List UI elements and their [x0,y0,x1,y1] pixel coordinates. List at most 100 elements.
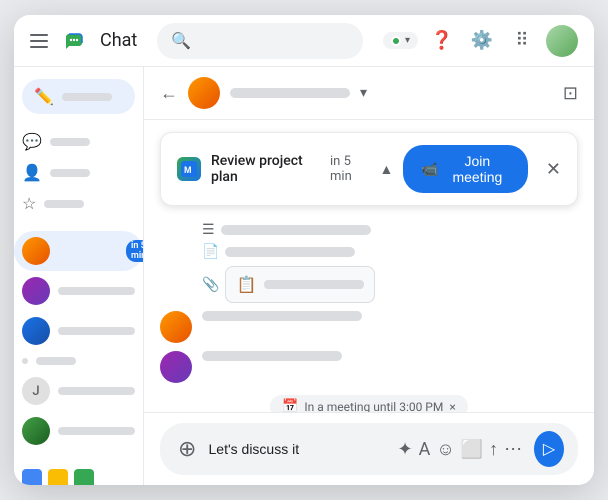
upload-icon[interactable]: ↑ [489,439,498,460]
menu-icon[interactable] [30,34,48,48]
banner-title: Review project plan [211,153,316,185]
sidebar-label-dot [36,357,76,365]
attach-file-icon: 📋 [236,275,256,294]
app-title: Chat [100,30,137,51]
new-chat-button[interactable]: ✏️ [22,79,135,114]
main-content: ✏️ 💬 👤 ☆ [14,67,594,485]
chat-avatar-1 [22,237,50,265]
chevron-down-icon[interactable]: ▾ [360,85,367,101]
chat-item-5[interactable] [14,411,143,451]
msg-line-1 [221,225,371,235]
meet-icon[interactable] [74,469,94,485]
msg-avatar-2 [160,311,192,343]
top-bar: Chat 🔍 ▾ ❓ ⚙️ ⠿ [14,15,594,67]
chat-item-3[interactable] [14,311,143,351]
text-format-icon[interactable]: A [419,439,431,460]
chat-panel: ← ▾ ⊡ M Review project plan in 5 min ▲ 📹… [144,67,594,485]
chat-nav-icon: 💬 [22,132,42,151]
status-indicator[interactable]: ▾ [383,32,418,49]
chat-header-name [230,88,350,98]
chat-item-2[interactable] [14,271,143,311]
app-logo [60,27,88,55]
emoji-icon[interactable]: ☺ [436,439,454,460]
add-button[interactable]: ⊕ [174,433,201,465]
more-icon[interactable]: ⋯ [504,439,522,460]
top-bar-actions: ▾ ❓ ⚙️ ⠿ [383,25,578,57]
link-icon: 📎 [202,277,219,293]
message-row-3 [160,351,578,383]
action-row-1: ☰ [202,222,578,238]
format-icon[interactable]: ✦ [398,439,413,460]
chat-name-5 [58,427,135,435]
settings-icon[interactable]: ⚙️ [466,25,498,57]
sidebar: ✏️ 💬 👤 ☆ [14,67,144,485]
messages-area[interactable]: ☰ 📄 📎 📋 [144,214,594,412]
msg-content-3 [202,351,578,361]
msg-line-r2 [202,311,362,321]
sidebar-item-rooms[interactable]: 👤 [14,157,143,188]
meeting-status-label: In a meeting until 3:00 PM [304,400,443,413]
chat-header: ← ▾ ⊡ [144,67,594,120]
banner-expand-icon[interactable]: ▲ [380,161,394,178]
msg-avatar-3 [160,351,192,383]
chat-item-1[interactable]: in 5 min 📹 [14,231,143,271]
doc-icon: 📄 [202,244,219,260]
send-button[interactable]: ▷ [534,431,564,467]
status-dot [391,36,401,46]
input-area: ⊕ ✦ A ☺ ⬜ ↑ ⋯ ▷ [144,412,594,485]
help-icon[interactable]: ❓ [426,25,458,57]
message-row-1: ☰ 📄 📎 📋 [160,222,578,303]
message-input[interactable] [209,441,390,457]
chat-name-3 [58,327,135,335]
chat-header-avatar [188,77,220,109]
meet-logo-icon: M [177,157,201,181]
chat-avatar-j: J [22,377,50,405]
message-row-2 [160,311,578,343]
meeting-status-close[interactable]: × [449,400,455,413]
video-icon-btn: 📹 [421,161,438,178]
join-meeting-button[interactable]: 📹 Join meeting [403,145,528,193]
apps-icon[interactable]: ⠿ [506,25,538,57]
chat-nav-label [50,138,90,146]
meeting-badge-1: in 5 min [126,240,144,262]
action-row-3: 📎 📋 [202,266,578,303]
app-window: Chat 🔍 ▾ ❓ ⚙️ ⠿ ✏️ [14,15,594,485]
search-bar[interactable]: 🔍 [157,23,363,59]
meeting-banner: M Review project plan in 5 min ▲ 📹 Join … [160,132,578,206]
input-box: ⊕ ✦ A ☺ ⬜ ↑ ⋯ ▷ [160,423,578,475]
menu-lines-icon: ☰ [202,222,215,238]
attachment-card: 📋 [225,266,375,303]
search-icon: 🔍 [171,31,191,50]
drive-icon[interactable] [22,469,42,485]
chat-name-j [58,387,135,395]
msg-content-2 [202,311,578,321]
msg-line-r3 [202,351,342,361]
edit-icon: ✏️ [34,87,54,106]
chat-name-2 [58,287,135,295]
chat-avatar-3 [22,317,50,345]
back-button[interactable]: ← [160,83,178,104]
sidebar-item-chat[interactable]: 💬 [14,126,143,157]
chat-avatar-5 [22,417,50,445]
new-chat-section: ✏️ [14,75,143,126]
meeting-status-bar: 📅 In a meeting until 3:00 PM × [270,395,468,412]
svg-text:M: M [184,165,192,175]
video-call-icon[interactable]: ⊡ [563,83,578,104]
rooms-icon: 👤 [22,163,42,182]
docs-icon[interactable] [48,469,68,485]
rooms-label [50,169,90,177]
chevron-status-icon: ▾ [405,35,410,46]
star-icon: ☆ [22,194,36,213]
starred-label [44,200,84,208]
calendar-icon: 📅 [282,399,298,412]
chat-avatar-2 [22,277,50,305]
image-icon[interactable]: ⬜ [461,439,483,460]
user-avatar[interactable] [546,25,578,57]
sidebar-item-starred[interactable]: ☆ [14,188,143,219]
dot-icon [22,358,28,364]
close-banner-icon[interactable]: ✕ [546,159,561,180]
chat-item-j[interactable]: J [14,371,143,411]
input-actions: ✦ A ☺ ⬜ ↑ ⋯ [398,439,523,460]
send-icon: ▷ [543,439,555,459]
banner-time: in 5 min [330,154,369,184]
